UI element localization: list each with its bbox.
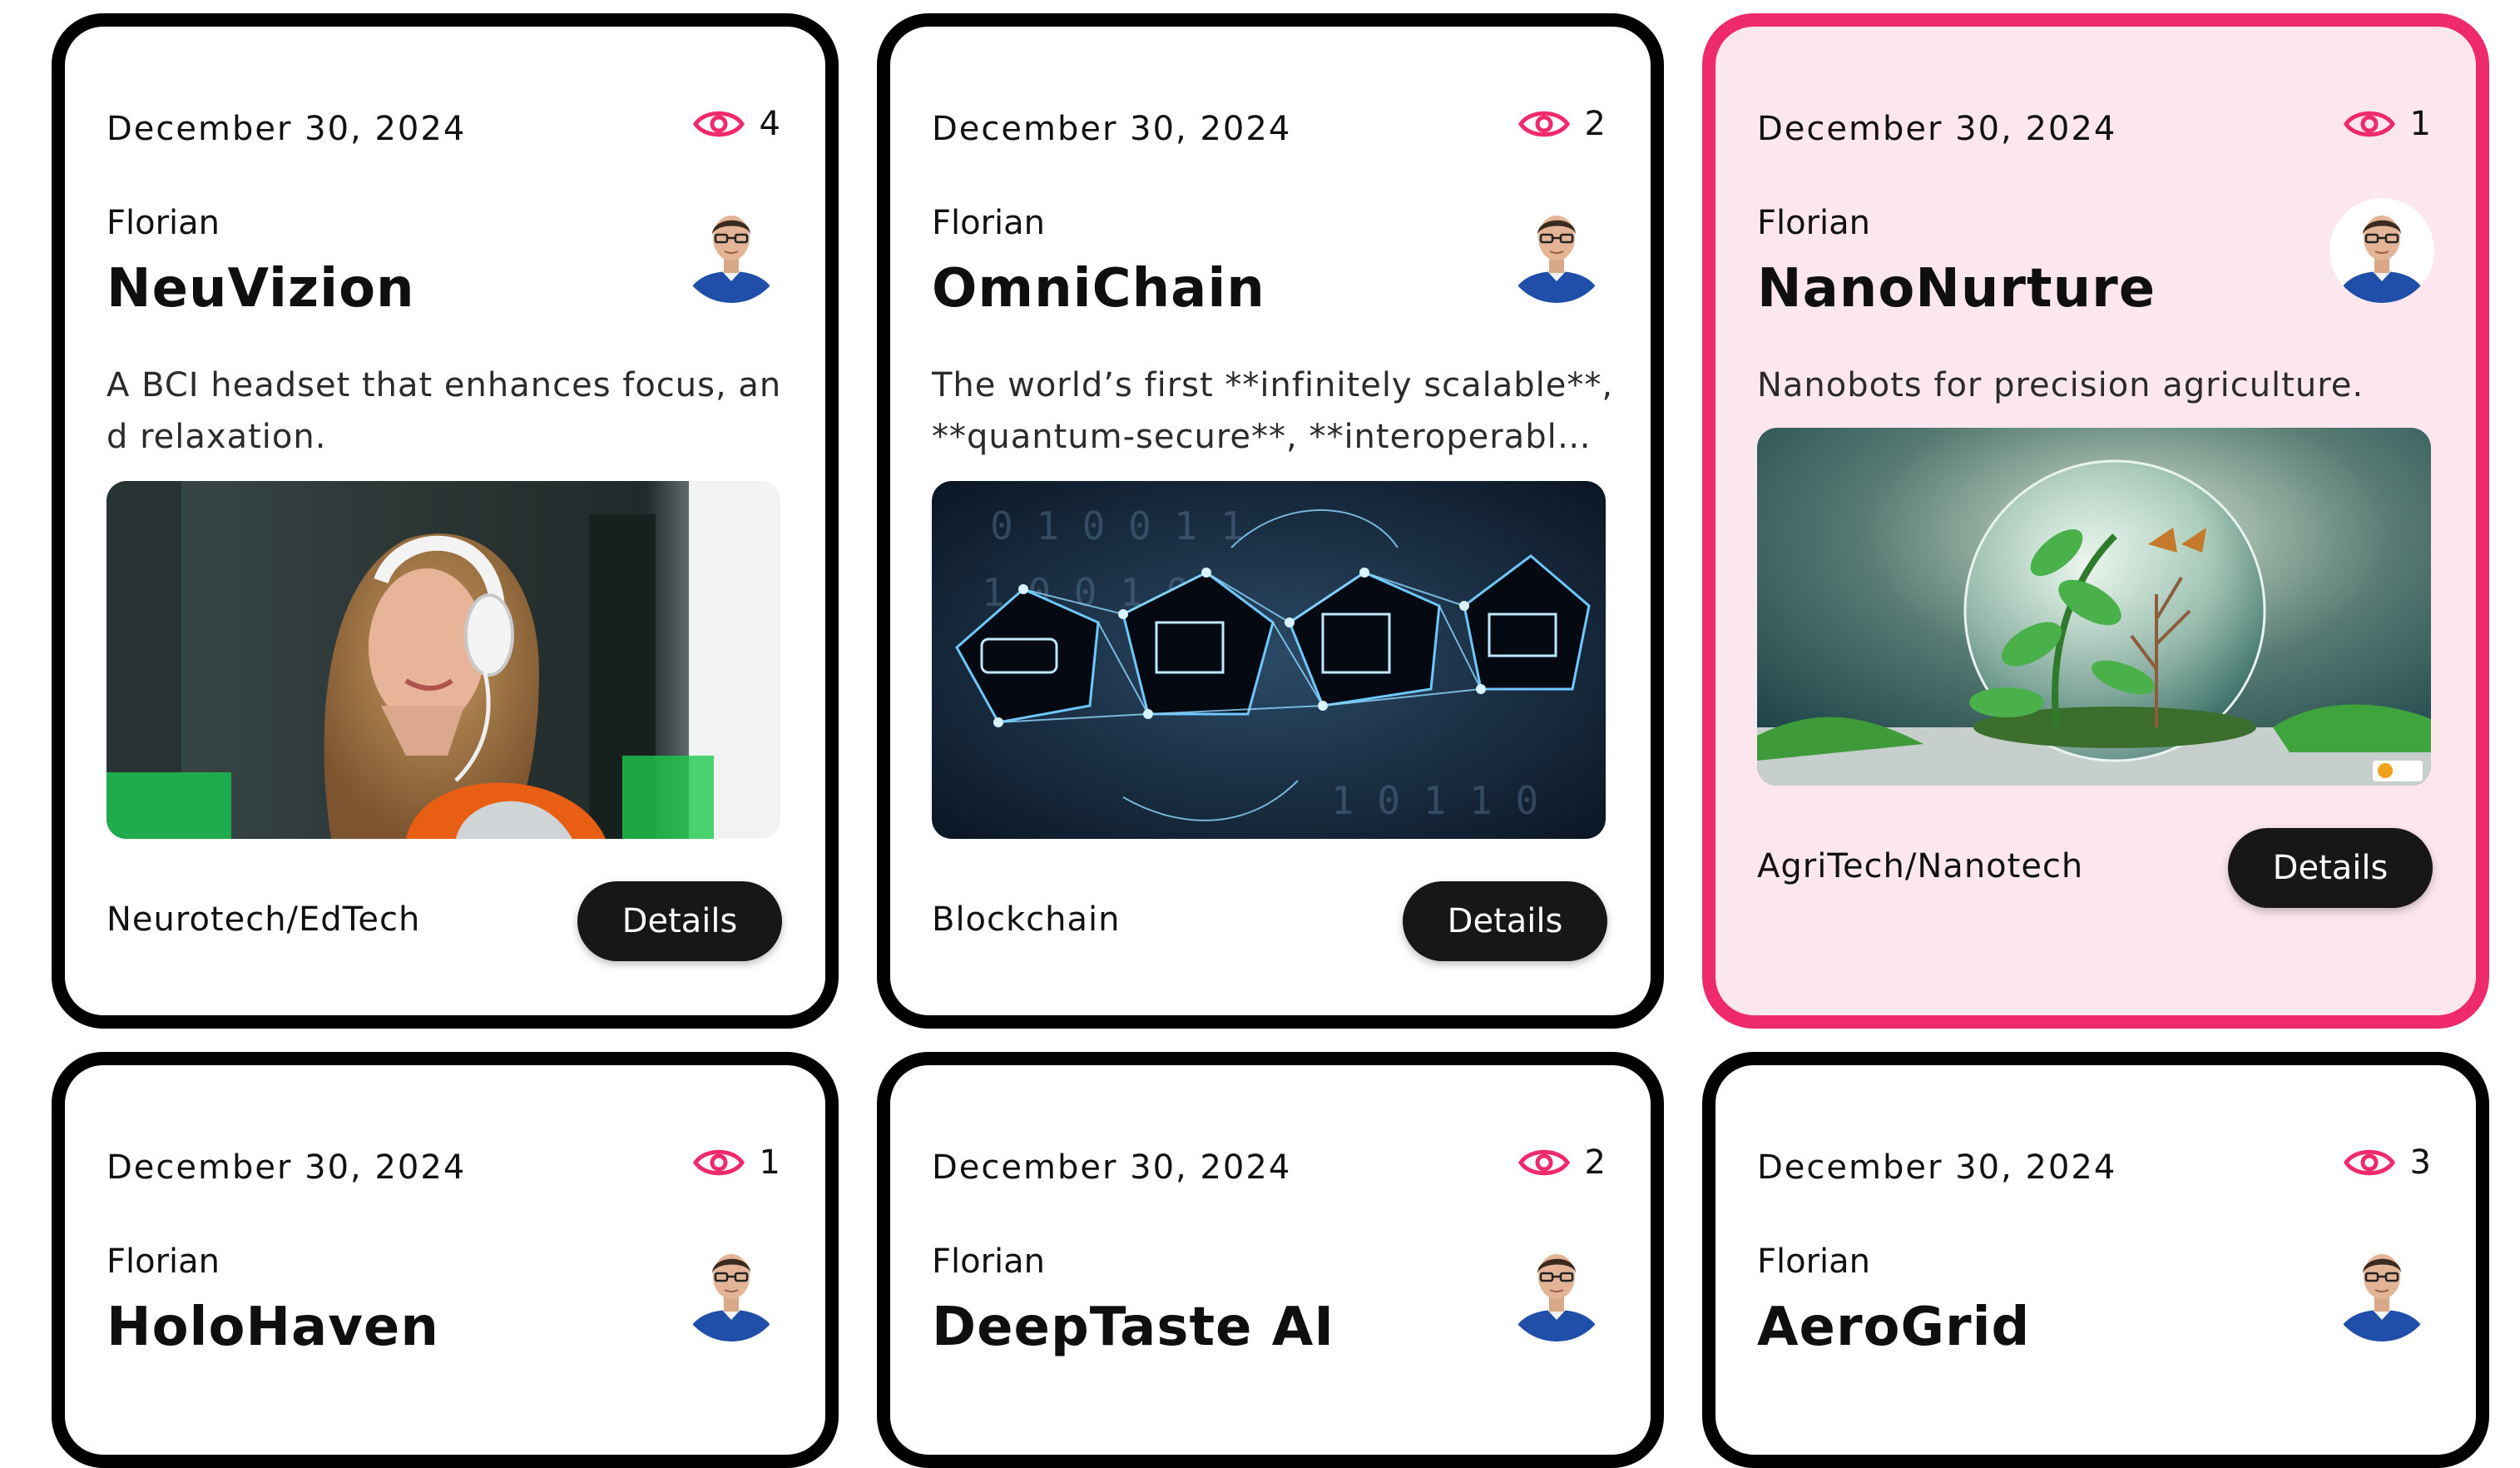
view-count: 1: [693, 1143, 780, 1182]
card-author: Florian: [1757, 204, 1871, 242]
card-date: December 30, 2024: [932, 1148, 1292, 1187]
view-count-value: 3: [2409, 1143, 2431, 1182]
details-button[interactable]: Details: [577, 881, 782, 961]
card-author: Florian: [932, 204, 1046, 242]
eye-icon: [693, 106, 745, 142]
eye-icon: [1518, 106, 1570, 142]
projects-grid: December 30, 2024 4 Florian NeuVizion A …: [0, 0, 2520, 1468]
card-category: AgriTech/Nanotech: [1757, 847, 2084, 885]
card-description: Nanobots for precision agriculture.: [1757, 366, 2364, 404]
author-avatar: [679, 1237, 784, 1342]
project-card[interactable]: December 30, 2024 3 Florian AeroGrid: [1702, 1052, 2489, 1468]
card-title: DeepTaste AI: [932, 1297, 1335, 1358]
view-count-value: 1: [2409, 105, 2431, 143]
card-title: HoloHaven: [106, 1297, 439, 1358]
details-button[interactable]: Details: [1403, 881, 1607, 961]
card-description: A BCI headset that enhances focus, and r…: [106, 366, 782, 456]
blockchain-network-image: 0 1 0 0 1 1 1 0 0 1 0 1 0 1 1 0: [932, 481, 1606, 839]
view-count-value: 2: [1584, 1143, 1606, 1182]
card-date: December 30, 2024: [1757, 110, 2117, 148]
svg-text:1 0 1 1 0: 1 0 1 1 0: [1331, 778, 1538, 823]
view-count: 3: [2344, 1143, 2431, 1182]
plant-in-glass-sphere-image: [1757, 428, 2431, 786]
card-title: NanoNurture: [1757, 258, 2156, 320]
svg-text:0 1 0 0 1 1: 0 1 0 0 1 1: [990, 503, 1244, 548]
project-card-highlighted[interactable]: December 30, 2024 1 Florian NanoNurture …: [1702, 13, 2489, 1029]
project-card[interactable]: December 30, 2024 2 Florian OmniChain Th…: [877, 13, 1664, 1029]
project-card[interactable]: December 30, 2024 1 Florian HoloHaven: [52, 1052, 839, 1468]
eye-icon: [693, 1144, 745, 1181]
card-author: Florian: [106, 204, 220, 242]
card-description: The world’s first **infinitely scalable*…: [932, 366, 1614, 456]
view-count-value: 1: [759, 1143, 780, 1182]
card-category: Blockchain: [932, 900, 1121, 939]
card-date: December 30, 2024: [106, 1148, 467, 1187]
details-button[interactable]: Details: [2228, 828, 2433, 908]
project-card[interactable]: December 30, 2024 4 Florian NeuVizion A …: [52, 13, 839, 1029]
view-count-value: 2: [1584, 105, 1606, 143]
author-avatar: [2329, 1237, 2434, 1342]
card-title: NeuVizion: [106, 258, 415, 320]
view-count: 1: [2344, 105, 2431, 143]
card-author: Florian: [932, 1242, 1046, 1281]
woman-with-headphones-image: [106, 481, 780, 839]
project-card[interactable]: December 30, 2024 2 Florian DeepTaste AI: [877, 1052, 1664, 1468]
author-avatar: [679, 198, 784, 303]
author-avatar: [1504, 198, 1609, 303]
view-count: 4: [693, 105, 780, 143]
card-date: December 30, 2024: [106, 110, 467, 148]
card-date: December 30, 2024: [1757, 1148, 2117, 1187]
author-avatar: [2329, 198, 2434, 303]
view-count-value: 4: [759, 105, 780, 143]
card-author: Florian: [106, 1242, 220, 1281]
author-avatar: [1504, 1237, 1609, 1342]
card-title: AeroGrid: [1757, 1297, 2031, 1358]
card-date: December 30, 2024: [932, 110, 1292, 148]
eye-icon: [2344, 106, 2395, 142]
card-title: OmniChain: [932, 258, 1265, 320]
view-count: 2: [1518, 105, 1606, 143]
eye-icon: [1518, 1144, 1570, 1181]
eye-icon: [2344, 1144, 2395, 1181]
card-author: Florian: [1757, 1242, 1871, 1281]
view-count: 2: [1518, 1143, 1606, 1182]
card-category: Neurotech/EdTech: [106, 900, 421, 939]
